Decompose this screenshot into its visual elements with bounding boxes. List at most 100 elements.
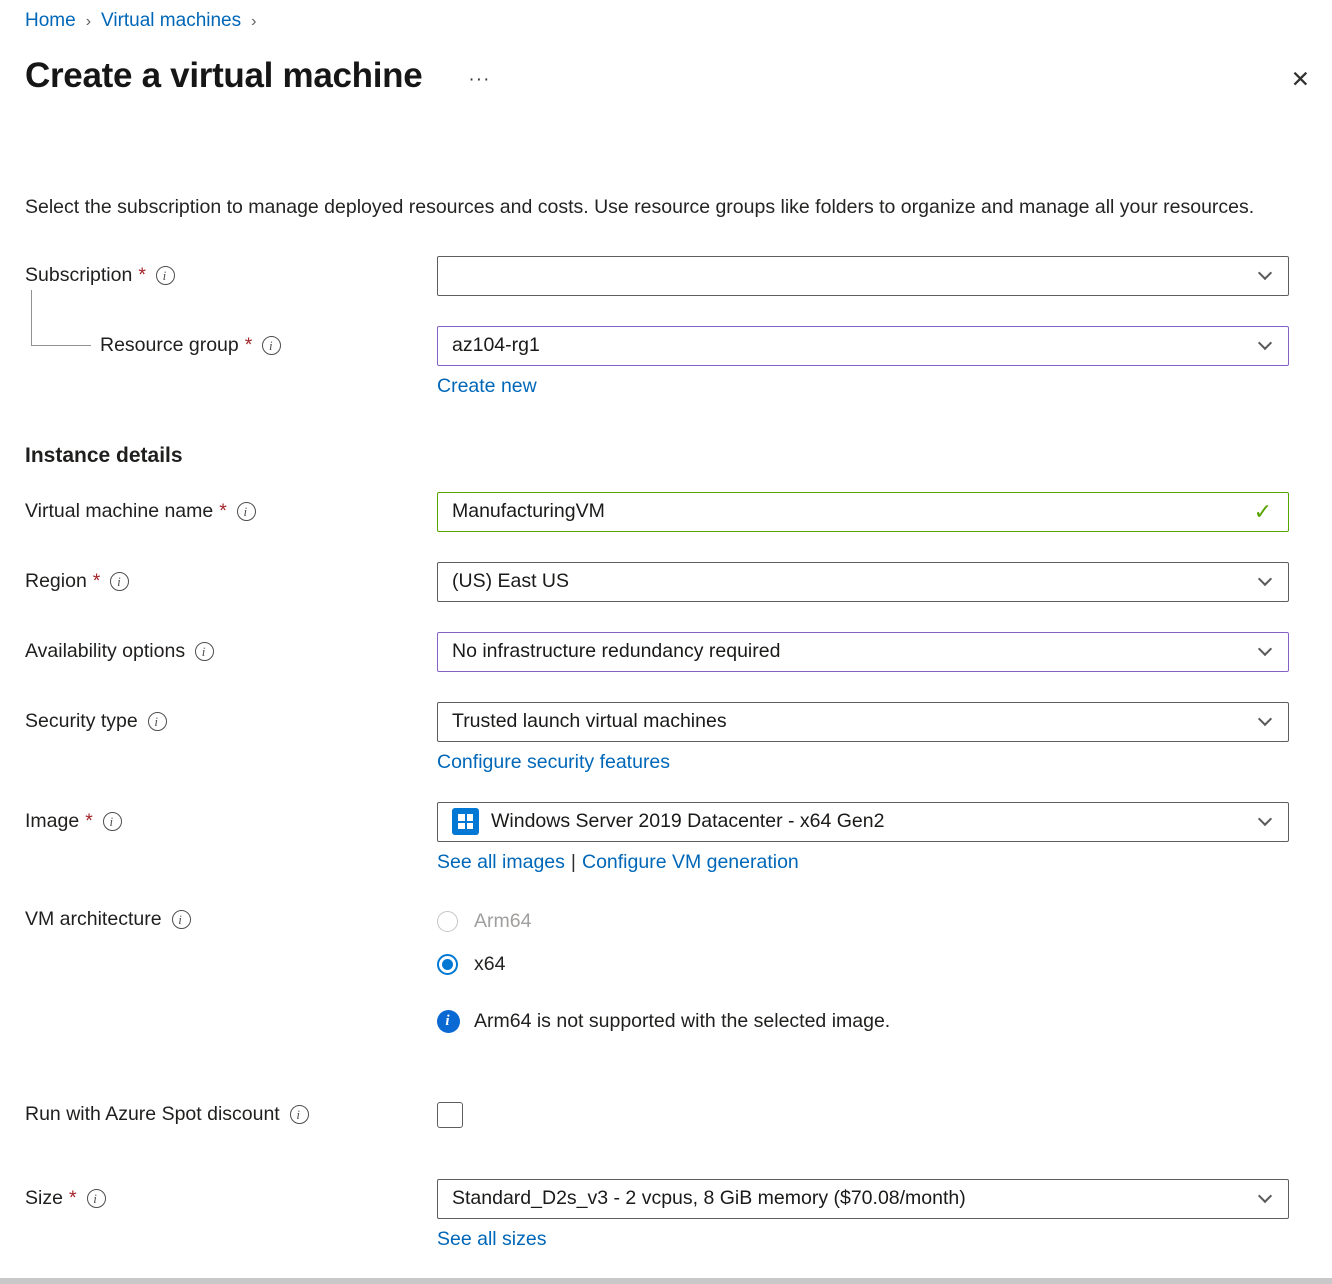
close-button[interactable]: ✕ xyxy=(1291,66,1310,93)
region-row: Region * i (US) East US xyxy=(0,562,1332,602)
see-all-sizes-link[interactable]: See all sizes xyxy=(437,1228,546,1250)
chevron-right-icon: › xyxy=(251,11,256,31)
size-label-text: Size xyxy=(25,1187,63,1210)
region-label-text: Region xyxy=(25,570,87,593)
region-dropdown[interactable]: (US) East US xyxy=(437,562,1289,602)
intro-text: Select the subscription to manage deploy… xyxy=(25,192,1302,224)
required-marker: * xyxy=(219,500,227,523)
vm-name-input[interactable]: ManufacturingVM ✓ xyxy=(437,492,1289,532)
required-marker: * xyxy=(69,1187,77,1210)
vm-name-label-text: Virtual machine name xyxy=(25,500,213,523)
chevron-down-icon xyxy=(1258,266,1272,280)
info-icon[interactable]: i xyxy=(262,336,281,355)
info-icon[interactable]: i xyxy=(290,1105,309,1124)
chevron-down-icon xyxy=(1258,336,1272,350)
availability-options-row: Availability options i No infrastructure… xyxy=(0,632,1332,672)
vm-architecture-row: VM architecture i Arm64 x64 i Arm64 is n… xyxy=(0,902,1332,1033)
security-type-value: Trusted launch virtual machines xyxy=(452,710,727,733)
subscription-row: Subscription * i xyxy=(0,256,1332,296)
resource-group-label: Resource group * i xyxy=(0,326,437,366)
image-label-text: Image xyxy=(25,810,79,833)
size-dropdown[interactable]: Standard_D2s_v3 - 2 vcpus, 8 GiB memory … xyxy=(437,1179,1289,1219)
subscription-label-text: Subscription xyxy=(25,264,132,287)
resource-group-label-text: Resource group xyxy=(100,334,239,357)
availability-options-value: No infrastructure redundancy required xyxy=(452,640,780,663)
vm-architecture-radio-group: Arm64 x64 xyxy=(437,902,1289,976)
info-icon[interactable]: i xyxy=(156,266,175,285)
vm-name-row: Virtual machine name * i ManufacturingVM … xyxy=(0,492,1332,532)
chevron-down-icon xyxy=(1258,572,1272,586)
security-type-row: Security type i Trusted launch virtual m… xyxy=(0,702,1332,774)
image-value: Windows Server 2019 Datacenter - x64 Gen… xyxy=(491,810,884,833)
chevron-down-icon xyxy=(1258,812,1272,826)
image-dropdown[interactable]: Windows Server 2019 Datacenter - x64 Gen… xyxy=(437,802,1289,842)
radio-selected-icon xyxy=(437,954,458,975)
security-type-label: Security type i xyxy=(0,702,437,742)
radio-label: Arm64 xyxy=(474,910,531,933)
breadcrumb-home-link[interactable]: Home xyxy=(25,10,76,32)
chevron-down-icon xyxy=(1258,712,1272,726)
info-icon[interactable]: i xyxy=(172,910,191,929)
security-type-label-text: Security type xyxy=(25,710,138,733)
availability-options-dropdown[interactable]: No infrastructure redundancy required xyxy=(437,632,1289,672)
link-separator: | xyxy=(571,851,576,873)
azure-spot-label-text: Run with Azure Spot discount xyxy=(25,1103,280,1126)
chevron-down-icon xyxy=(1258,642,1272,656)
chevron-right-icon: › xyxy=(86,11,91,31)
resource-group-row: Resource group * i az104-rg1 Create new xyxy=(0,326,1332,398)
availability-options-label: Availability options i xyxy=(0,632,437,672)
azure-spot-row: Run with Azure Spot discount i xyxy=(0,1095,1332,1135)
vm-name-label: Virtual machine name * i xyxy=(0,492,437,532)
image-label: Image * i xyxy=(0,802,437,842)
required-marker: * xyxy=(85,810,93,833)
required-marker: * xyxy=(245,334,253,357)
info-icon[interactable]: i xyxy=(237,502,256,521)
bottom-divider xyxy=(0,1278,1332,1284)
azure-spot-label: Run with Azure Spot discount i xyxy=(0,1095,437,1135)
image-row: Image * i Windows Server 2019 Datacenter … xyxy=(0,802,1332,874)
page-title: Create a virtual machine xyxy=(25,56,422,96)
chevron-down-icon xyxy=(1258,1189,1272,1203)
breadcrumb: Home › Virtual machines › xyxy=(0,0,1332,32)
more-options-icon[interactable]: ··· xyxy=(468,61,490,91)
info-filled-icon: i xyxy=(437,1010,460,1033)
resource-group-value: az104-rg1 xyxy=(452,334,540,357)
valid-check-icon: ✓ xyxy=(1254,499,1272,525)
configure-vm-generation-link[interactable]: Configure VM generation xyxy=(582,851,799,873)
region-value: (US) East US xyxy=(452,570,569,593)
info-icon[interactable]: i xyxy=(103,812,122,831)
see-all-images-link[interactable]: See all images xyxy=(437,851,565,873)
azure-spot-checkbox[interactable] xyxy=(437,1102,463,1128)
subscription-dropdown[interactable] xyxy=(437,256,1289,296)
required-marker: * xyxy=(93,570,101,593)
radio-icon xyxy=(437,911,458,932)
radio-option-arm64[interactable]: Arm64 xyxy=(437,910,1289,933)
region-label: Region * i xyxy=(0,562,437,602)
page-header: Create a virtual machine ··· xyxy=(25,56,1332,96)
availability-options-label-text: Availability options xyxy=(25,640,185,663)
radio-option-x64[interactable]: x64 xyxy=(437,953,1289,976)
info-icon[interactable]: i xyxy=(195,642,214,661)
breadcrumb-virtual-machines-link[interactable]: Virtual machines xyxy=(101,10,241,32)
vm-name-value: ManufacturingVM xyxy=(452,500,605,523)
vm-architecture-label-text: VM architecture xyxy=(25,908,162,931)
create-vm-form: Subscription * i Resource group * i az104-… xyxy=(0,256,1332,1251)
radio-label: x64 xyxy=(474,953,505,976)
configure-security-features-link[interactable]: Configure security features xyxy=(437,751,670,773)
resource-group-dropdown[interactable]: az104-rg1 xyxy=(437,326,1289,366)
windows-logo-icon xyxy=(452,808,479,835)
create-new-link[interactable]: Create new xyxy=(437,375,537,397)
info-icon[interactable]: i xyxy=(87,1189,106,1208)
security-type-dropdown[interactable]: Trusted launch virtual machines xyxy=(437,702,1289,742)
vm-architecture-label: VM architecture i xyxy=(0,902,437,938)
size-label: Size * i xyxy=(0,1179,437,1219)
info-icon[interactable]: i xyxy=(148,712,167,731)
arch-info-text: Arm64 is not supported with the selected… xyxy=(474,1010,890,1033)
info-icon[interactable]: i xyxy=(110,572,129,591)
instance-details-heading: Instance details xyxy=(25,444,1332,468)
tree-connector xyxy=(31,290,91,346)
arch-info-message: i Arm64 is not supported with the select… xyxy=(437,1010,1289,1033)
required-marker: * xyxy=(138,264,146,287)
size-value: Standard_D2s_v3 - 2 vcpus, 8 GiB memory … xyxy=(452,1187,966,1210)
size-row: Size * i Standard_D2s_v3 - 2 vcpus, 8 GiB… xyxy=(0,1179,1332,1251)
